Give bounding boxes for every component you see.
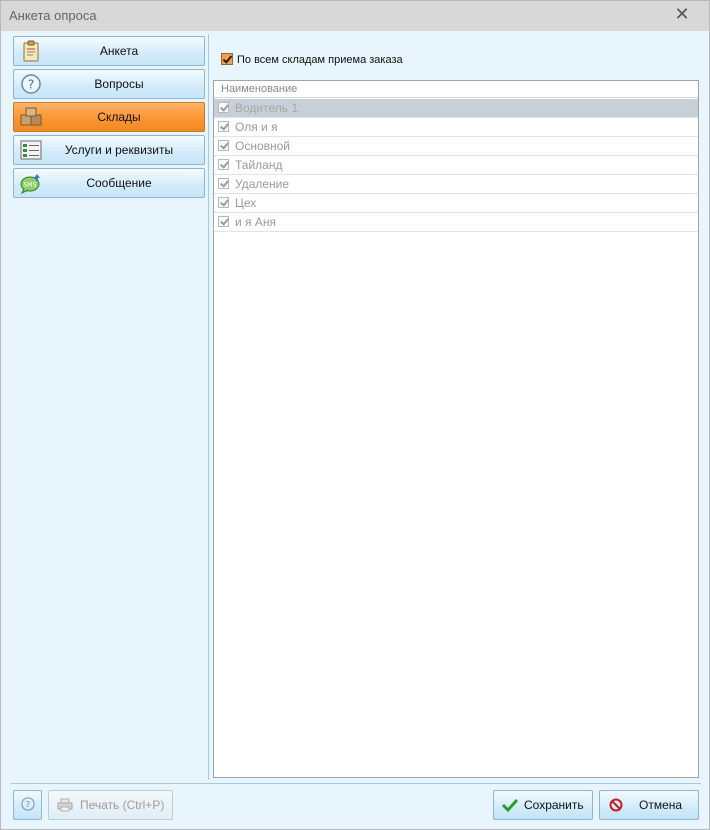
list-form-icon	[20, 140, 42, 160]
close-icon[interactable]: ✕	[669, 3, 695, 27]
help-icon: ?	[21, 797, 35, 811]
svg-text:SMS: SMS	[24, 182, 37, 189]
survey-dialog: Анкета опроса ✕ Анкета ? Вопросы Склады …	[0, 0, 710, 830]
checkmark-icon	[502, 798, 518, 812]
row-checkbox[interactable]	[218, 216, 229, 227]
nav-item-message[interactable]: SMS Сообщение	[13, 168, 205, 198]
table-row[interactable]: Удаление	[214, 175, 698, 194]
checkbox-checked-icon[interactable]	[221, 53, 233, 65]
warehouses-panel: По всем складам приема заказа Наименован…	[211, 34, 701, 780]
nav-item-questions[interactable]: ? Вопросы	[13, 69, 205, 99]
table-row[interactable]: Тайланд	[214, 156, 698, 175]
help-button[interactable]: ?	[13, 790, 42, 820]
sms-icon: SMS	[20, 174, 40, 194]
warehouse-name: Оля и я	[235, 120, 278, 134]
table-row[interactable]: Водитель 1	[214, 99, 698, 118]
nav-item-label: Услуги и реквизиты	[64, 143, 174, 157]
save-button[interactable]: Сохранить	[493, 790, 593, 820]
row-checkbox[interactable]	[218, 140, 229, 151]
row-checkbox[interactable]	[218, 102, 229, 113]
printer-icon	[57, 798, 73, 812]
title-bar: Анкета опроса ✕	[1, 1, 709, 31]
warehouse-name: Основной	[235, 139, 291, 153]
cancel-button[interactable]: Отмена	[599, 790, 699, 820]
svg-text:?: ?	[26, 800, 30, 809]
warehouse-name: и я Аня	[235, 215, 276, 229]
row-checkbox[interactable]	[218, 159, 229, 170]
nav-item-survey[interactable]: Анкета	[13, 36, 205, 66]
print-label: Печать (Ctrl+P)	[80, 798, 165, 812]
warehouses-grid[interactable]: Наименование Водитель 1 Оля и я Основной…	[213, 80, 699, 778]
nav-item-warehouses[interactable]: Склады	[13, 102, 205, 132]
row-checkbox[interactable]	[218, 178, 229, 189]
nav-item-label: Анкета	[99, 44, 139, 58]
cancel-icon	[609, 798, 623, 812]
warehouse-name: Тайланд	[235, 158, 283, 172]
row-checkbox[interactable]	[218, 121, 229, 132]
table-row[interactable]: Основной	[214, 137, 698, 156]
cancel-label: Отмена	[639, 798, 683, 812]
column-header-name[interactable]: Наименование	[214, 81, 698, 98]
nav-item-label: Склады	[97, 110, 141, 124]
warehouse-name: Удаление	[235, 177, 290, 191]
svg-text:?: ?	[28, 78, 34, 92]
boxes-icon	[20, 107, 42, 126]
clipboard-icon	[23, 40, 39, 62]
save-label: Сохранить	[524, 798, 584, 812]
all-warehouses-checkbox[interactable]: По всем складам приема заказа	[221, 52, 403, 68]
window-title: Анкета опроса	[9, 8, 97, 23]
print-button[interactable]: Печать (Ctrl+P)	[48, 790, 173, 820]
table-row[interactable]: Цех	[214, 194, 698, 213]
warehouse-name: Цех	[235, 196, 257, 210]
row-checkbox[interactable]	[218, 197, 229, 208]
footer-divider	[11, 783, 701, 784]
table-row[interactable]: и я Аня	[214, 213, 698, 232]
nav-item-label: Вопросы	[94, 77, 144, 91]
section-nav: Анкета ? Вопросы Склады Услуги и реквизи…	[11, 34, 209, 780]
nav-item-label: Сообщение	[86, 176, 152, 190]
table-row[interactable]: Оля и я	[214, 118, 698, 137]
nav-item-services[interactable]: Услуги и реквизиты	[13, 135, 205, 165]
all-warehouses-label: По всем складам приема заказа	[237, 54, 403, 66]
question-icon: ?	[21, 74, 41, 94]
warehouse-name: Водитель 1	[235, 101, 299, 115]
